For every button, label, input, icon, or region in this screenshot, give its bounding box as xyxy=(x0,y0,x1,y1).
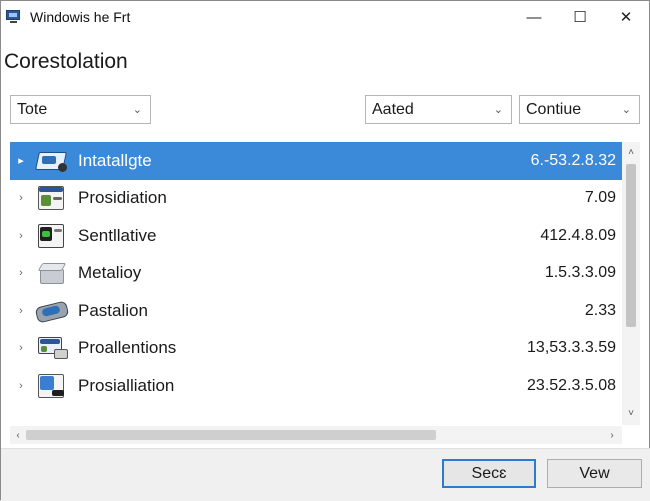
scroll-down-icon[interactable]: ˅ xyxy=(622,405,640,421)
expand-arrow-icon[interactable]: › xyxy=(10,192,32,204)
horizontal-scrollbar[interactable]: ‹ › xyxy=(10,426,622,444)
primary-button[interactable]: Secɛ xyxy=(442,459,536,488)
filter-select-2-value: Aated xyxy=(372,100,414,118)
list-item[interactable]: › Prosialliation 23.52.3.5.08 xyxy=(10,367,622,405)
chevron-down-icon: ⌄ xyxy=(621,104,631,116)
app-window-icon xyxy=(34,373,70,399)
list-item-version: 2.33 xyxy=(584,301,616,319)
computer-icon xyxy=(34,335,70,361)
filter-bar: Tote ⌄ Aated ⌄ Contiue ⌄ xyxy=(10,95,640,124)
window-controls: — ☐ ✕ xyxy=(511,1,649,33)
chevron-down-icon: ⌄ xyxy=(132,104,142,116)
list-item[interactable]: › Pastalion 2.33 xyxy=(10,292,622,330)
app-icon xyxy=(6,10,22,24)
scroll-up-icon[interactable]: ˄ xyxy=(622,144,640,160)
scroll-right-icon[interactable]: › xyxy=(604,426,620,444)
list-item[interactable]: › Prosidiation 7.09 xyxy=(10,180,622,218)
scroll-left-icon[interactable]: ‹ xyxy=(10,426,26,444)
item-list[interactable]: ▸ Intatallgte 6.-53.2.8.32 › Prosidiatio xyxy=(10,142,640,444)
list-rows: ▸ Intatallgte 6.-53.2.8.32 › Prosidiatio xyxy=(10,142,622,405)
list-item[interactable]: ▸ Intatallgte 6.-53.2.8.32 xyxy=(10,142,622,180)
list-item[interactable]: › Sentllative 412.4.8.09 xyxy=(10,217,622,255)
list-item-version: 6.-53.2.8.32 xyxy=(530,151,616,169)
vertical-scroll-thumb[interactable] xyxy=(626,164,636,327)
list-item-version: 13,53.3.3.59 xyxy=(527,339,616,357)
list-item-version: 1.5.3.3.09 xyxy=(544,264,616,282)
maximize-button[interactable]: ☐ xyxy=(557,1,603,33)
close-button[interactable]: ✕ xyxy=(603,1,649,33)
list-item-version: 23.52.3.5.08 xyxy=(527,376,616,394)
dialog-footer: Secɛ Vew xyxy=(1,448,650,501)
filter-select-3-value: Contiue xyxy=(526,100,582,118)
list-item-name: Metalioy xyxy=(78,263,142,283)
terminal-icon xyxy=(34,223,70,249)
list-item-version: 7.09 xyxy=(584,189,616,207)
list-item-name: Sentllative xyxy=(78,225,157,245)
expand-arrow-icon[interactable]: › xyxy=(10,342,32,354)
list-item-name: Prosidiation xyxy=(78,188,167,208)
filter-select-3[interactable]: Contiue ⌄ xyxy=(519,95,640,124)
expand-arrow-icon[interactable]: › xyxy=(10,305,32,317)
filter-select-1[interactable]: Tote ⌄ xyxy=(10,95,151,124)
window-title: Windowis he Frt xyxy=(30,9,131,25)
list-item-version: 412.4.8.09 xyxy=(540,226,616,244)
list-item[interactable]: › Metalioy 1.5.3.3.09 xyxy=(10,255,622,293)
list-item[interactable]: › Proallentions 13,53.3.3.59 xyxy=(10,330,622,368)
expand-arrow-icon[interactable]: › xyxy=(10,267,32,279)
horizontal-scroll-thumb[interactable] xyxy=(26,430,436,440)
list-item-name: Intatallgte xyxy=(78,150,152,170)
drive-icon xyxy=(34,148,70,174)
expand-arrow-icon[interactable]: › xyxy=(10,230,32,242)
filter-select-1-value: Tote xyxy=(17,100,48,118)
view-button[interactable]: Vew xyxy=(547,459,642,488)
vertical-scrollbar[interactable]: ˄ ˅ xyxy=(622,142,640,425)
disk-icon xyxy=(34,298,70,324)
filter-select-2[interactable]: Aated ⌄ xyxy=(365,95,512,124)
list-item-name: Pastalion xyxy=(78,300,148,320)
app-window: Windowis he Frt — ☐ ✕ Corestolation Tote… xyxy=(0,0,650,501)
list-item-name: Prosialliation xyxy=(78,375,175,395)
title-bar[interactable]: Windowis he Frt — ☐ ✕ xyxy=(1,1,649,33)
minimize-button[interactable]: — xyxy=(511,1,557,33)
page-title: Corestolation xyxy=(4,50,128,73)
cube-icon xyxy=(34,260,70,286)
header: Corestolation xyxy=(1,33,649,91)
expand-arrow-icon[interactable]: ▸ xyxy=(10,154,32,167)
expand-arrow-icon[interactable]: › xyxy=(10,380,32,392)
chevron-down-icon: ⌄ xyxy=(493,104,503,116)
list-item-name: Proallentions xyxy=(78,338,177,358)
window-icon xyxy=(34,185,70,211)
